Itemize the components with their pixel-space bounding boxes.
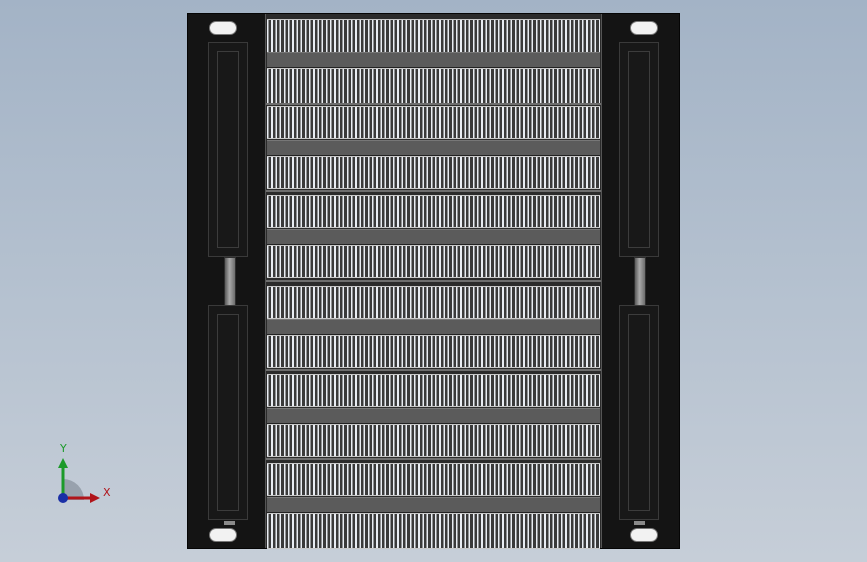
right-mounting-bracket[interactable]	[602, 14, 679, 548]
z-axis-dot	[58, 493, 68, 503]
tube-row	[267, 229, 600, 245]
core-seam	[266, 369, 601, 371]
tube-row	[267, 140, 600, 156]
graphics-viewport[interactable]: Y X	[0, 0, 867, 562]
fin-block	[267, 335, 600, 368]
radiator-model[interactable]	[187, 13, 680, 549]
fin-block	[267, 156, 600, 189]
right-drain-tab	[634, 521, 645, 525]
fin-block	[267, 463, 600, 496]
tube-row	[267, 497, 600, 513]
right-upper-side-tank	[619, 42, 659, 257]
left-standoff	[224, 257, 236, 307]
mounting-slot-bottom-left	[209, 528, 237, 542]
core-seam	[266, 280, 601, 282]
core-seam	[266, 103, 601, 105]
mounting-slot-top-right	[630, 21, 658, 35]
y-axis-label: Y	[60, 442, 67, 455]
y-axis-arrowhead	[58, 458, 68, 468]
x-axis-arrowhead	[90, 493, 100, 503]
fin-block	[267, 513, 600, 549]
coordinate-triad: Y X	[52, 442, 122, 514]
fin-block	[267, 106, 600, 139]
tube-row	[267, 319, 600, 335]
left-upper-side-tank	[208, 42, 248, 257]
mounting-slot-top-left	[209, 21, 237, 35]
left-mounting-bracket[interactable]	[188, 14, 265, 548]
fin-block	[267, 374, 600, 407]
left-drain-tab	[224, 521, 235, 525]
right-lower-side-tank	[619, 305, 659, 520]
tube-row	[267, 408, 600, 424]
fin-block	[267, 195, 600, 228]
fin-block	[267, 68, 600, 104]
fin-block	[267, 19, 600, 55]
radiator-core[interactable]	[265, 14, 602, 549]
fin-block	[267, 424, 600, 457]
x-axis-label: X	[103, 486, 111, 499]
fin-block	[267, 245, 600, 278]
core-seam	[266, 190, 601, 192]
core-seam	[266, 458, 601, 460]
tube-row	[267, 52, 600, 68]
right-standoff	[634, 257, 646, 307]
mounting-slot-bottom-right	[630, 528, 658, 542]
fin-block	[267, 286, 600, 319]
left-lower-side-tank	[208, 305, 248, 520]
